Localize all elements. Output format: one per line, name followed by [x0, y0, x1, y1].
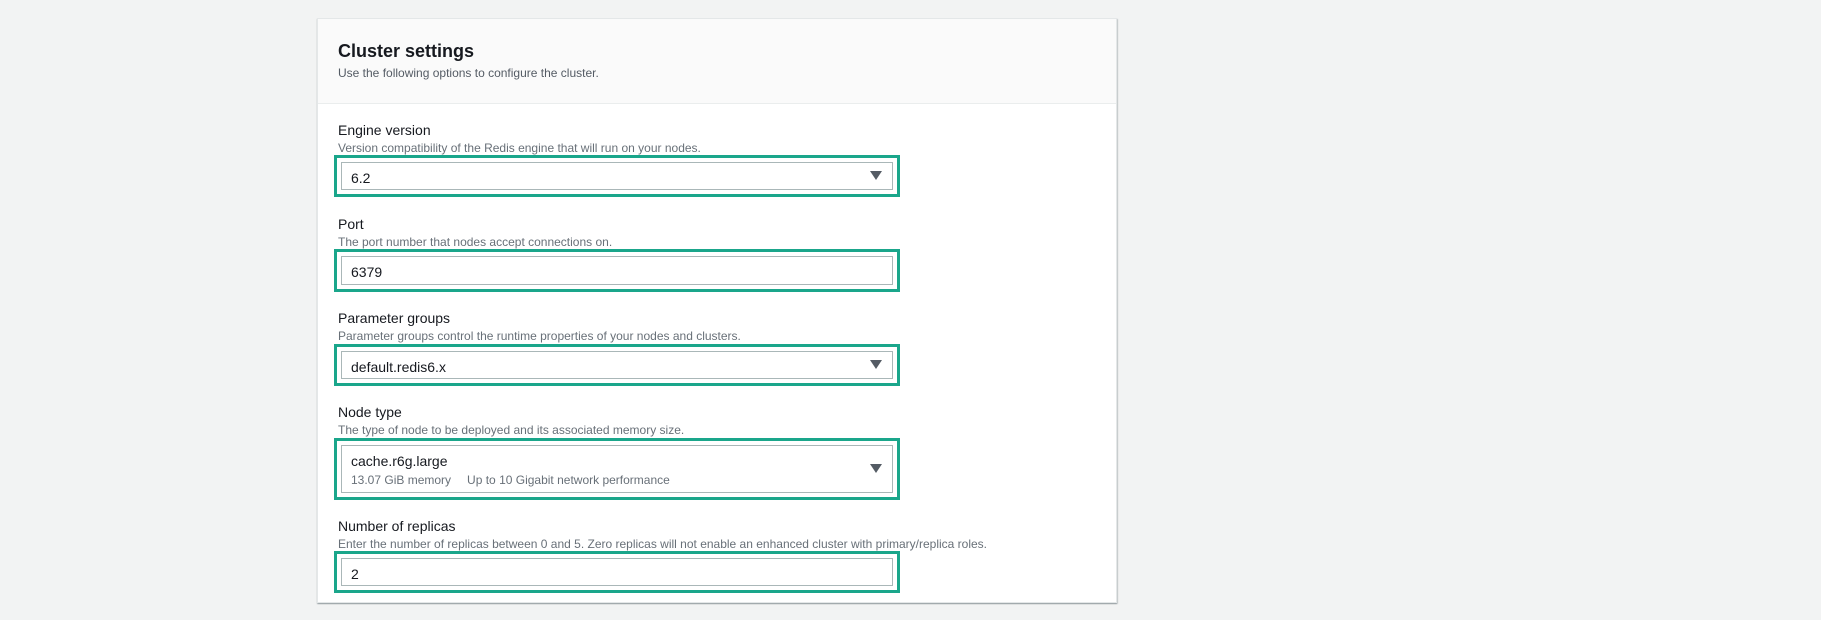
port-value: 6379: [351, 264, 383, 280]
section-description: Use the following options to configure t…: [338, 66, 599, 80]
caret-down-icon: [870, 171, 882, 180]
engine-version-label: Engine version: [338, 122, 431, 138]
parameter-groups-value: default.redis6.x: [351, 359, 446, 375]
replicas-value: 2: [351, 566, 359, 582]
engine-version-highlight: 6.2: [334, 155, 900, 197]
cluster-settings-panel: Cluster settings Use the following optio…: [317, 18, 1117, 603]
parameter-groups-highlight: default.redis6.x: [334, 344, 900, 386]
section-title: Cluster settings: [338, 41, 475, 61]
node-type-description: The type of node to be deployed and its …: [338, 423, 685, 437]
node-type-select[interactable]: cache.r6g.large 13.07 GiB memory Up to 10…: [341, 445, 893, 493]
parameter-groups-select[interactable]: default.redis6.x: [341, 351, 893, 379]
parameter-groups-description: Parameter groups control the runtime pro…: [338, 329, 741, 343]
replicas-label: Number of replicas: [338, 518, 456, 534]
port-description: The port number that nodes accept connec…: [338, 235, 613, 249]
node-type-value: cache.r6g.large: [351, 453, 448, 469]
engine-version-select[interactable]: 6.2: [341, 162, 893, 190]
node-type-memory: 13.07 GiB memory: [351, 473, 452, 487]
engine-version-description: Version compatibility of the Redis engin…: [338, 141, 701, 155]
engine-version-value: 6.2: [351, 170, 371, 186]
port-label: Port: [338, 216, 364, 232]
caret-down-icon: [870, 464, 882, 473]
replicas-highlight: 2: [334, 551, 900, 593]
node-type-label: Node type: [338, 404, 402, 420]
node-type-network: Up to 10 Gigabit network performance: [467, 473, 670, 487]
parameter-groups-label: Parameter groups: [338, 310, 451, 326]
caret-down-icon: [870, 360, 882, 369]
panel-header: Cluster settings Use the following optio…: [318, 19, 1116, 104]
replicas-description: Enter the number of replicas between 0 a…: [338, 537, 988, 551]
port-highlight: 6379: [334, 249, 900, 292]
replicas-input[interactable]: 2: [341, 558, 893, 586]
node-type-highlight: cache.r6g.large 13.07 GiB memory Up to 10…: [334, 438, 900, 500]
node-type-details: 13.07 GiB memory Up to 10 Gigabit network…: [351, 473, 670, 487]
port-input[interactable]: 6379: [341, 256, 893, 285]
